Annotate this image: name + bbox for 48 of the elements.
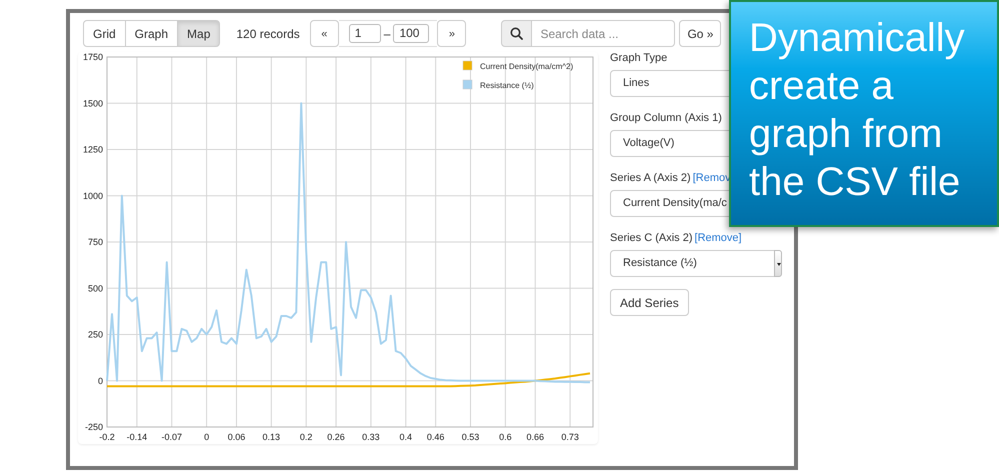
x-tick-label: 0.13 — [262, 432, 280, 442]
y-tick-label: 1500 — [82, 98, 103, 108]
legend-label: Resistance (½) — [480, 81, 534, 90]
x-tick-label: 0.26 — [327, 432, 345, 442]
search-field[interactable]: Search data ... — [532, 20, 676, 47]
x-tick-label: 0.33 — [362, 432, 380, 442]
y-tick-label: 1750 — [82, 52, 103, 62]
legend-label: Current Density(ma/cm^2) — [480, 62, 574, 71]
view-tab[interactable]: Graph — [124, 20, 178, 47]
range-separator: – — [384, 26, 390, 40]
y-tick-label: 250 — [88, 330, 103, 340]
x-tick-label: -0.07 — [161, 432, 182, 442]
x-tick-label: 0.4 — [400, 432, 412, 442]
record-count: 120 records — [236, 26, 300, 40]
field-label: Group Column (Axis 1) — [610, 112, 722, 124]
search-icon — [510, 27, 524, 40]
x-tick-label: -0.2 — [99, 432, 115, 442]
field-label: Series C (Axis 2) — [610, 232, 693, 244]
view-tab[interactable]: Grid — [83, 20, 126, 47]
view-tab[interactable]: Map — [177, 20, 220, 47]
x-tick-label: 0.2 — [300, 432, 312, 442]
x-tick-label: 0.66 — [526, 432, 544, 442]
x-tick-label: 0.73 — [561, 432, 579, 442]
first-page-button[interactable]: « — [310, 20, 339, 47]
y-tick-label: 1000 — [82, 190, 103, 201]
page-to-field[interactable]: 100 — [393, 24, 430, 43]
page-from-field[interactable]: 1 — [348, 24, 381, 43]
dropdown[interactable]: Resistance (½) — [610, 250, 782, 277]
add-series-button[interactable]: Add Series — [610, 289, 689, 316]
field-label: Series A (Axis 2) — [610, 172, 691, 184]
x-tick-label: 0.53 — [462, 432, 480, 442]
go-button[interactable]: Go » — [679, 20, 722, 47]
y-tick-label: -250 — [84, 422, 103, 432]
y-tick-label: 750 — [88, 237, 103, 247]
x-tick-label: 0.46 — [426, 432, 444, 442]
y-tick-label: 0 — [98, 376, 103, 386]
remove-link[interactable]: [Remov — [692, 172, 731, 184]
y-tick-label: 1250 — [82, 144, 103, 154]
x-tick-label: -0.14 — [126, 432, 148, 442]
field-label: Graph Type — [610, 52, 668, 64]
x-tick-label: 0 — [204, 432, 210, 442]
remove-link[interactable]: [Remove] — [694, 232, 742, 244]
search-button[interactable] — [501, 20, 532, 47]
x-tick-label: 0.6 — [499, 432, 512, 442]
next-page-button[interactable]: » — [437, 20, 466, 47]
x-tick-label: 0.06 — [228, 432, 246, 442]
caption-tooltip: Dynamically create a graph from the CSV file — [729, 0, 999, 227]
y-tick-label: 500 — [88, 283, 103, 294]
